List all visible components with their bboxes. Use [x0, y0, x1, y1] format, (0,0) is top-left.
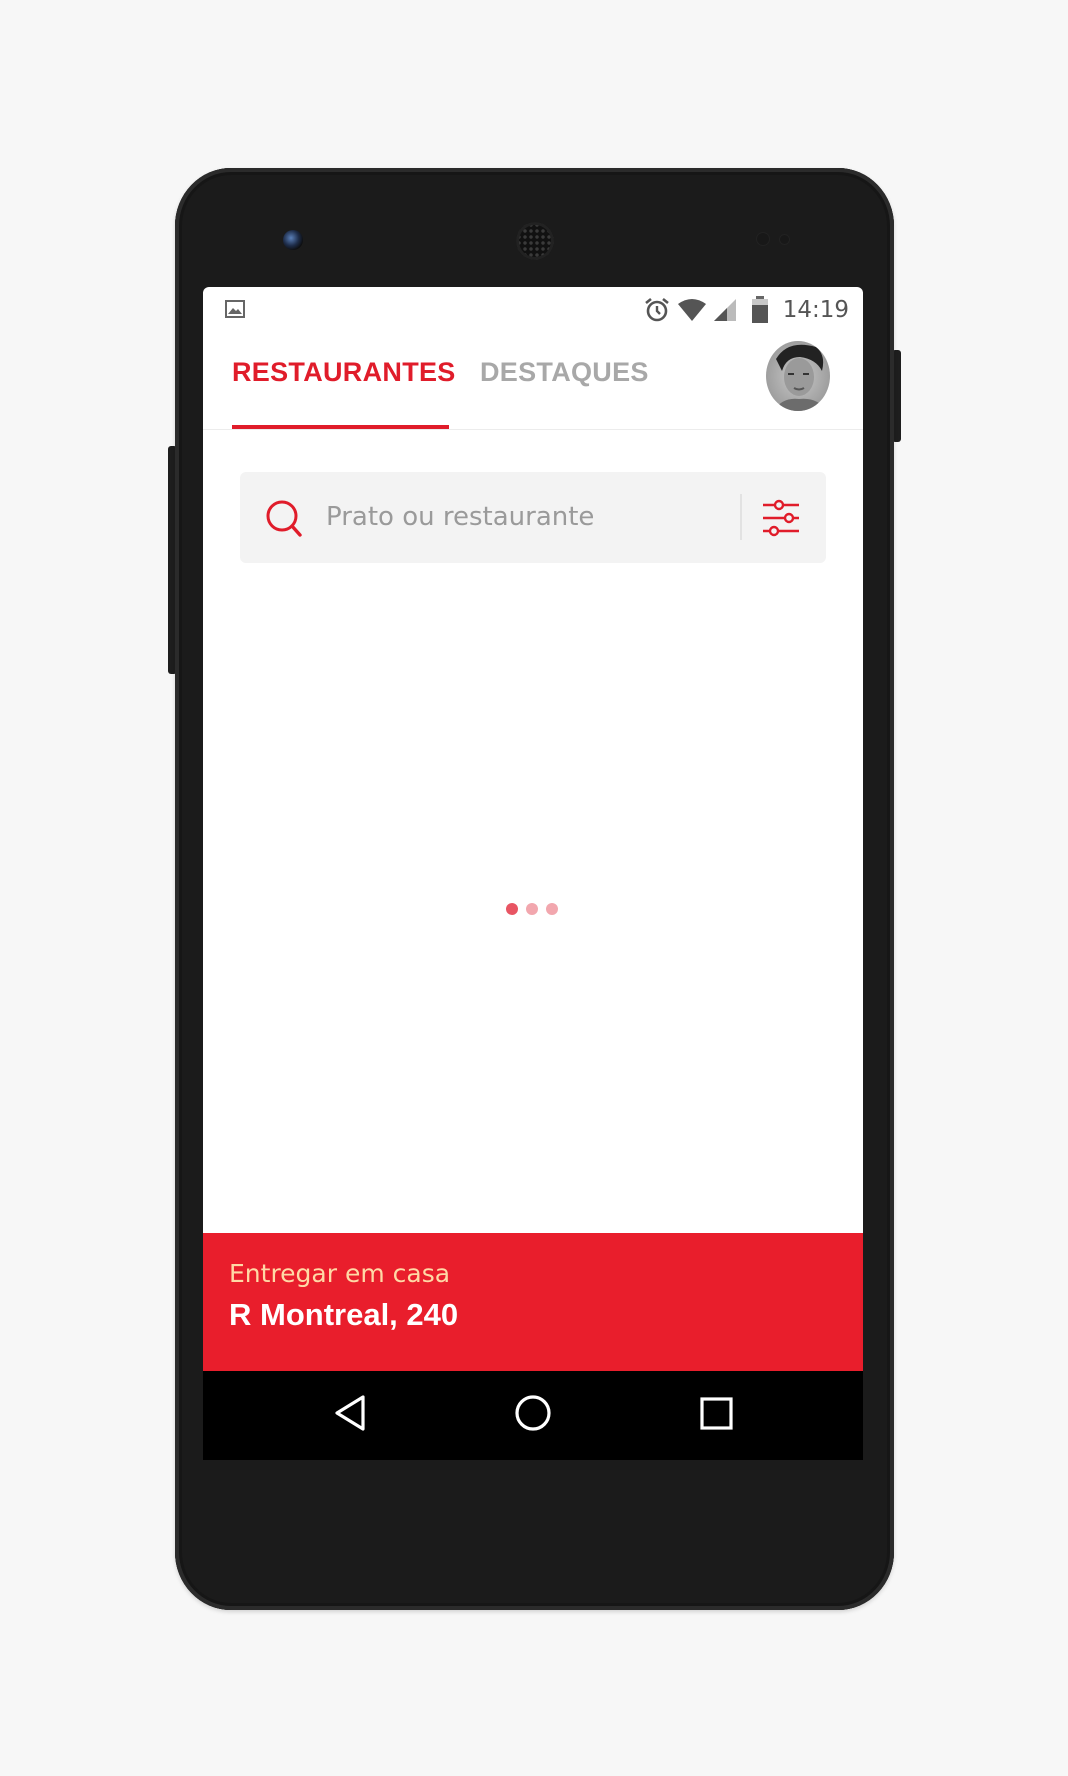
- search-input[interactable]: [326, 494, 726, 540]
- image-notification-icon: [225, 300, 245, 318]
- cell-signal-icon: [713, 299, 736, 321]
- light-sensor: [780, 235, 789, 244]
- loading-dots: [506, 903, 558, 915]
- alarm-icon: [644, 297, 669, 322]
- avatar[interactable]: [766, 341, 830, 411]
- back-icon[interactable]: [333, 1393, 367, 1433]
- status-bar: 14:19: [203, 287, 863, 333]
- front-camera: [283, 230, 303, 250]
- wifi-icon: [677, 299, 706, 321]
- proximity-sensor: [757, 233, 769, 245]
- device-mockup: 14:19 RESTAURANTES DESTAQUES Prato ou re…: [0, 0, 1068, 1776]
- delivery-address-bar[interactable]: Entregar em casa R Montreal, 240: [203, 1233, 863, 1371]
- delivery-label: Entregar em casa: [229, 1259, 451, 1288]
- search-bar[interactable]: [240, 472, 826, 563]
- loading-dot: [526, 903, 538, 915]
- search-divider: [740, 494, 742, 540]
- loading-dot: [506, 903, 518, 915]
- delivery-address: R Montreal, 240: [229, 1297, 459, 1332]
- earpiece-speaker: [516, 222, 554, 260]
- header-tabs: RESTAURANTES DESTAQUES: [203, 333, 863, 430]
- home-icon[interactable]: [513, 1393, 553, 1433]
- active-tab-indicator: [232, 425, 449, 429]
- battery-icon: [751, 296, 768, 323]
- loading-dot: [546, 903, 558, 915]
- search-icon: [266, 500, 302, 537]
- recents-icon[interactable]: [699, 1393, 735, 1433]
- avatar-photo: [766, 341, 830, 411]
- app-screen: 14:19 RESTAURANTES DESTAQUES Prato ou re…: [203, 287, 863, 1460]
- status-time: 14:19: [782, 297, 849, 323]
- tab-destaques[interactable]: DESTAQUES: [480, 357, 649, 388]
- tab-restaurantes[interactable]: RESTAURANTES: [232, 357, 456, 388]
- filter-sliders-icon[interactable]: [761, 497, 801, 539]
- system-nav-bar: [203, 1371, 863, 1460]
